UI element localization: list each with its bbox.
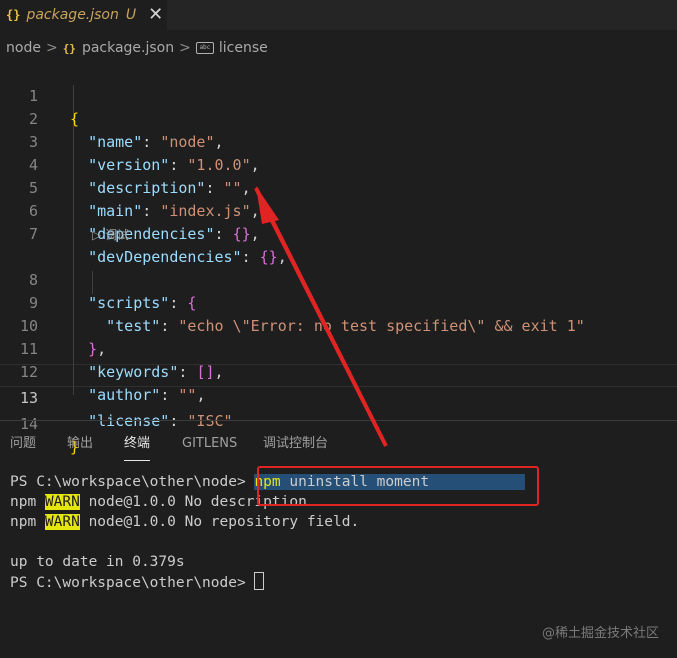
untracked-badge: U [125,7,137,23]
warn-badge: WARN [44,514,80,530]
tab-terminal[interactable]: 终端 [124,430,151,461]
warn-message: node@1.0.0 No repository field. [79,514,360,530]
breadcrumb-item-node[interactable]: node [6,40,41,56]
tab-debug-console[interactable]: 调试控制台 [263,430,328,460]
panel-divider [0,420,677,421]
breadcrumb-item-package-json[interactable]: package.json [82,40,174,56]
warn-badge: WARN [44,494,80,510]
editor-tab-bar: {} package.json U ✕ [0,0,677,30]
comma: , [250,225,260,243]
npm-prefix: npm [10,494,45,510]
code-line: 8 "scripts": { [0,246,677,312]
code-line: 10 }, [0,292,677,358]
json-value: "ISC" [187,412,233,430]
code-line: 13 "license": "ISC" [0,364,677,430]
json-braces-icon: {} [62,41,76,55]
breadcrumb: node > {} package.json > abc license [0,36,677,60]
code-line: 12 "author": "", [0,338,677,404]
prompt: PS C:\workspace\other\node> [10,575,255,591]
line-number: 7 [28,225,38,243]
code-line: 14 } [0,390,677,456]
code-line: 6 "dependencies": {}, [0,177,677,243]
code-line: 1 { [0,62,677,128]
colon: : [169,412,188,430]
colon: : [214,225,233,243]
tab-problems[interactable]: 问题 [10,430,36,460]
code-line: 2 "name": "node", [0,85,677,151]
tab-package-json[interactable]: {} package.json U ✕ [0,0,167,30]
code-line: 3 "version": "1.0.0", [0,108,677,174]
debug-codelens[interactable]: ▷ 调试 [92,225,129,245]
code-line: 9 "test": "echo \"Error: no test specifi… [0,269,677,335]
json-braces-icon: {} [6,8,21,22]
code-editor[interactable]: 1 { 2 "name": "node", 3 "version": "1.0.… [0,62,677,456]
close-icon[interactable]: ✕ [148,6,163,24]
panel-tab-bar: 问题 输出 终端 GITLENS 调试控制台 [0,430,677,461]
tab-output[interactable]: 输出 [67,430,93,460]
npm-prefix: npm [10,514,45,530]
terminal-line: npm WARN node@1.0.0 No repository field. [10,512,525,532]
string-property-icon: abc [195,42,214,54]
code-line: 4 "description": "", [0,131,677,197]
annotation-box [257,466,539,506]
prompt: PS C:\workspace\other\node> [10,474,255,490]
tab-filename: package.json [26,7,119,23]
code-line: 11 "keywords": [], [0,315,677,381]
json-value: {} [232,225,251,243]
tab-gitlens[interactable]: GITLENS [182,430,237,460]
code-line: 5 "main": "index.js", [0,154,677,220]
terminal-line: PS C:\workspace\other\node> [10,572,525,592]
terminal-cursor [254,572,265,590]
breadcrumb-item-license[interactable]: license [219,40,268,56]
code-line: 7 "devDependencies": {}, [0,200,677,266]
watermark: @稀土掘金技术社区 [541,626,659,641]
chevron-right-icon: > [45,40,58,56]
chevron-right-icon: > [179,40,191,56]
json-key: "license" [88,412,170,430]
terminal-line: up to date in 0.379s [10,554,185,570]
